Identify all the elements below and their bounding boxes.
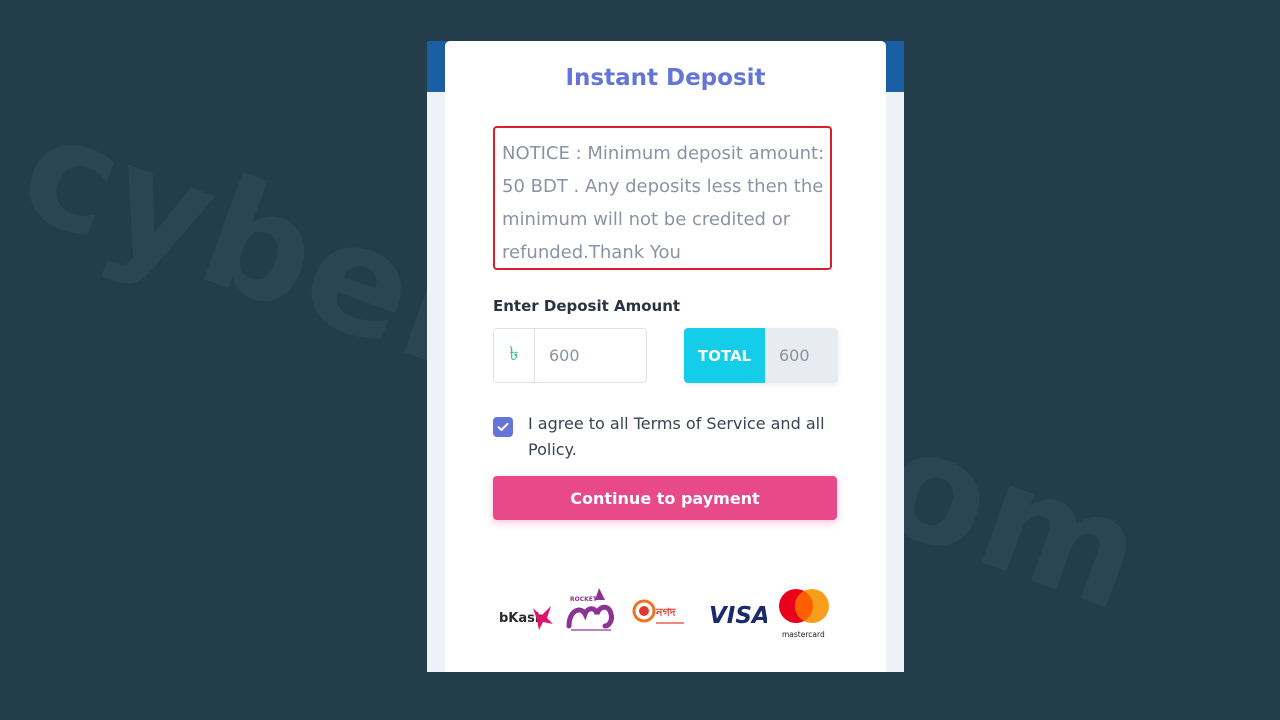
- rocket-logo-icon: ROCKET: [565, 586, 621, 636]
- check-icon: [497, 422, 509, 431]
- total-value: 600: [765, 328, 838, 383]
- svg-text:mastercard: mastercard: [782, 630, 825, 639]
- agree-terms-text: I agree to all Terms of Service and all …: [528, 414, 825, 459]
- amount-label: Enter Deposit Amount: [493, 297, 681, 315]
- visa-logo-icon: VISA: [707, 596, 770, 632]
- svg-text:VISA: VISA: [709, 603, 767, 629]
- page-title: Instant Deposit: [565, 65, 766, 91]
- taka-currency-icon: ৳: [494, 329, 535, 382]
- total-label: TOTAL: [684, 328, 765, 383]
- deposit-card: Instant Deposit NOTICE : Minimum deposit…: [445, 41, 886, 672]
- notice-box: NOTICE : Minimum deposit amount: 50 BDT …: [493, 126, 832, 270]
- payment-methods: bKash ROCKET নগদ VISA mastercard: [497, 586, 837, 646]
- amount-input-group: ৳: [493, 328, 647, 383]
- deposit-amount-input[interactable]: [535, 329, 646, 382]
- total-display: TOTAL 600: [684, 328, 838, 383]
- svg-text:নগদ: নগদ: [655, 606, 677, 619]
- nagad-logo-icon: নগদ: [632, 594, 688, 634]
- agree-checkbox[interactable]: [493, 417, 513, 437]
- continue-to-payment-button[interactable]: Continue to payment: [493, 476, 837, 520]
- deposit-frame: Instant Deposit NOTICE : Minimum deposit…: [427, 41, 904, 672]
- bkash-logo-icon: bKash: [497, 596, 557, 636]
- svg-text:ROCKET: ROCKET: [570, 596, 598, 603]
- mastercard-logo-icon: mastercard: [777, 586, 833, 642]
